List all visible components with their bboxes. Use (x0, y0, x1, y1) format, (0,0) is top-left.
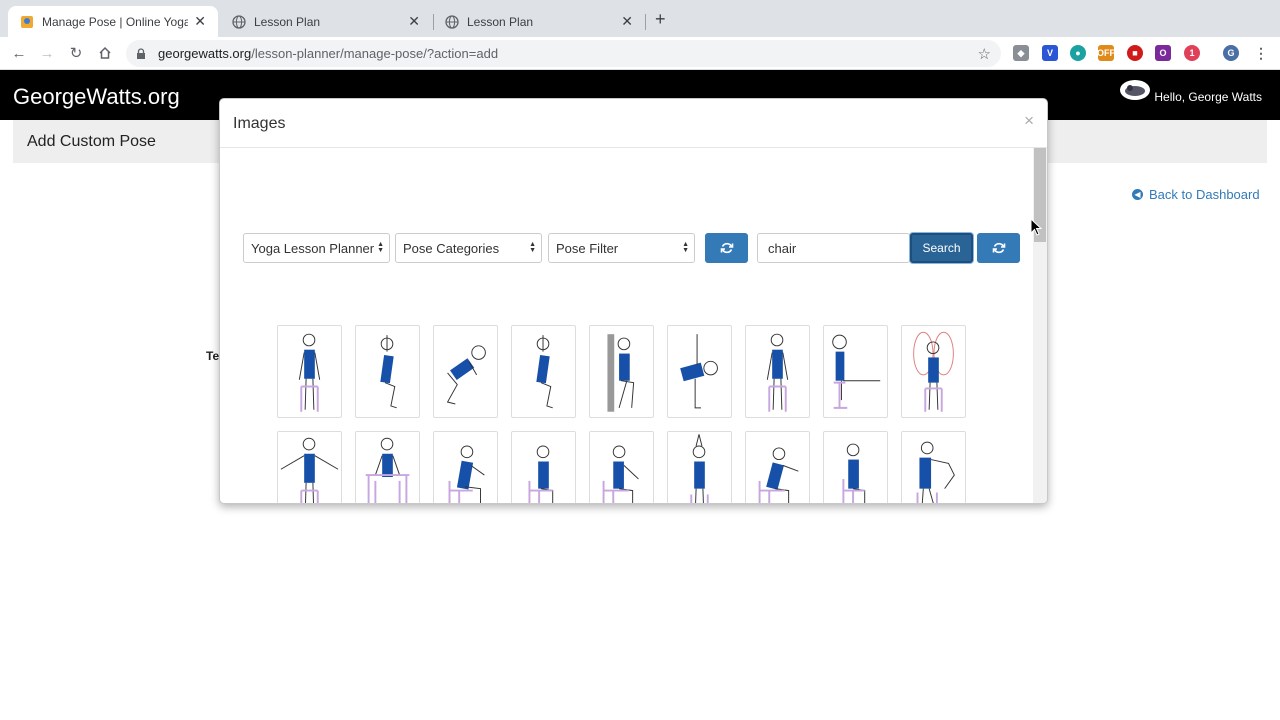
pose-thumbnail[interactable] (823, 431, 888, 503)
pose-thumbnail[interactable] (589, 325, 654, 418)
modal-header: Images × (220, 99, 1047, 148)
extension-stop-icon[interactable]: ■ (1127, 45, 1143, 61)
close-icon[interactable]: × (1024, 111, 1034, 131)
user-greeting[interactable]: Hello, George Watts (1154, 90, 1262, 104)
pose-filter-select[interactable]: Pose Filter ▲ ▼ (548, 233, 695, 263)
pose-thumbnail[interactable] (277, 431, 342, 503)
pose-thumbnail[interactable] (901, 431, 966, 503)
tab-strip: Manage Pose | Online Yoga & F ✕ Lesson P… (0, 0, 1280, 37)
pose-thumbnail[interactable] (355, 325, 420, 418)
tab-lesson-plan-2[interactable]: Lesson Plan ✕ (433, 6, 645, 37)
select-arrows-icon: ▲ ▼ (377, 241, 384, 254)
pose-thumbnail[interactable] (355, 431, 420, 503)
extension-v-icon[interactable]: V (1042, 45, 1058, 61)
tab-close-icon[interactable]: ✕ (621, 13, 633, 30)
pose-thumbnail[interactable] (901, 325, 966, 418)
clear-search-button[interactable] (977, 233, 1020, 263)
pose-categories-select[interactable]: Pose Categories ▲ ▼ (395, 233, 542, 263)
page-title: Add Custom Pose (27, 133, 156, 150)
profile-avatar-icon[interactable]: G (1223, 45, 1239, 61)
pose-thumbnail[interactable] (511, 431, 576, 503)
refresh-icon (720, 242, 733, 254)
tab-lesson-plan-1[interactable]: Lesson Plan ✕ (220, 6, 432, 37)
images-modal: Images × Yoga Lesson Planner ▲ ▼ Pose Cat… (219, 98, 1048, 504)
pose-thumbnail[interactable] (823, 325, 888, 418)
browser-toolbar: ← → ↻ georgewatts.org/lesson-planner/man… (0, 37, 1280, 70)
extension-badge-icon[interactable]: 1 (1184, 45, 1200, 61)
tab-title: Manage Pose | Online Yoga & F (42, 14, 189, 29)
pose-thumbnail[interactable] (433, 431, 498, 503)
extension-off-icon[interactable]: OFF (1097, 45, 1115, 61)
url-text: georgewatts.org/lesson-planner/manage-po… (158, 46, 499, 61)
pose-thumbnail[interactable] (433, 325, 498, 418)
pose-thumbnail[interactable] (745, 325, 810, 418)
lock-icon (136, 47, 148, 60)
home-icon[interactable] (95, 43, 115, 63)
bookmark-star-icon[interactable]: ☆ (978, 45, 991, 63)
search-input[interactable]: chair (757, 233, 910, 263)
reset-filters-button[interactable] (705, 233, 748, 263)
address-bar[interactable]: georgewatts.org/lesson-planner/manage-po… (126, 40, 1001, 67)
select-arrows-icon: ▲ ▼ (682, 241, 689, 254)
tab-manage-pose[interactable]: Manage Pose | Online Yoga & F ✕ (8, 6, 218, 37)
dropbox-icon[interactable]: ◆ (1013, 45, 1029, 61)
pose-thumbnail[interactable] (511, 325, 576, 418)
browser-menu-icon[interactable]: ⋮ (1253, 45, 1269, 61)
extension-o-icon[interactable]: O (1155, 45, 1171, 61)
user-avatar-icon[interactable] (1119, 79, 1151, 101)
pose-thumbnail[interactable] (745, 431, 810, 503)
back-to-dashboard-link[interactable]: ◀ Back to Dashboard (1132, 187, 1260, 202)
modal-body: Yoga Lesson Planner ▲ ▼ Pose Categories ▲… (220, 148, 1035, 503)
planner-select[interactable]: Yoga Lesson Planner ▲ ▼ (243, 233, 390, 263)
back-arrow-icon[interactable]: ← (9, 43, 29, 63)
select-arrows-icon: ▲ ▼ (529, 241, 536, 254)
pose-thumbnail[interactable] (277, 325, 342, 418)
modal-scrollbar[interactable] (1033, 148, 1047, 503)
globe-icon (232, 14, 246, 29)
new-tab-icon[interactable]: + (655, 10, 666, 28)
arrow-left-circle-icon: ◀ (1132, 189, 1143, 200)
pose-thumbnail[interactable] (589, 431, 654, 503)
site-favicon (20, 15, 34, 29)
forward-arrow-icon[interactable]: → (37, 43, 57, 63)
tab-close-icon[interactable]: ✕ (408, 13, 420, 30)
tab-title: Lesson Plan (254, 14, 321, 29)
tab-close-icon[interactable]: ✕ (194, 13, 206, 30)
site-brand[interactable]: GeorgeWatts.org (13, 84, 180, 110)
globe-icon (445, 14, 459, 29)
modal-title: Images (233, 115, 286, 132)
tab-title: Lesson Plan (467, 14, 534, 29)
pose-thumbnail[interactable] (667, 325, 732, 418)
search-button[interactable]: Search (910, 233, 973, 263)
pose-thumbnail[interactable] (667, 431, 732, 503)
mouse-cursor-icon (1030, 217, 1043, 241)
refresh-icon (992, 242, 1005, 254)
reload-icon[interactable]: ↻ (66, 43, 86, 63)
form-label: Te (206, 349, 220, 363)
extension-circle-icon[interactable]: ● (1070, 45, 1086, 61)
